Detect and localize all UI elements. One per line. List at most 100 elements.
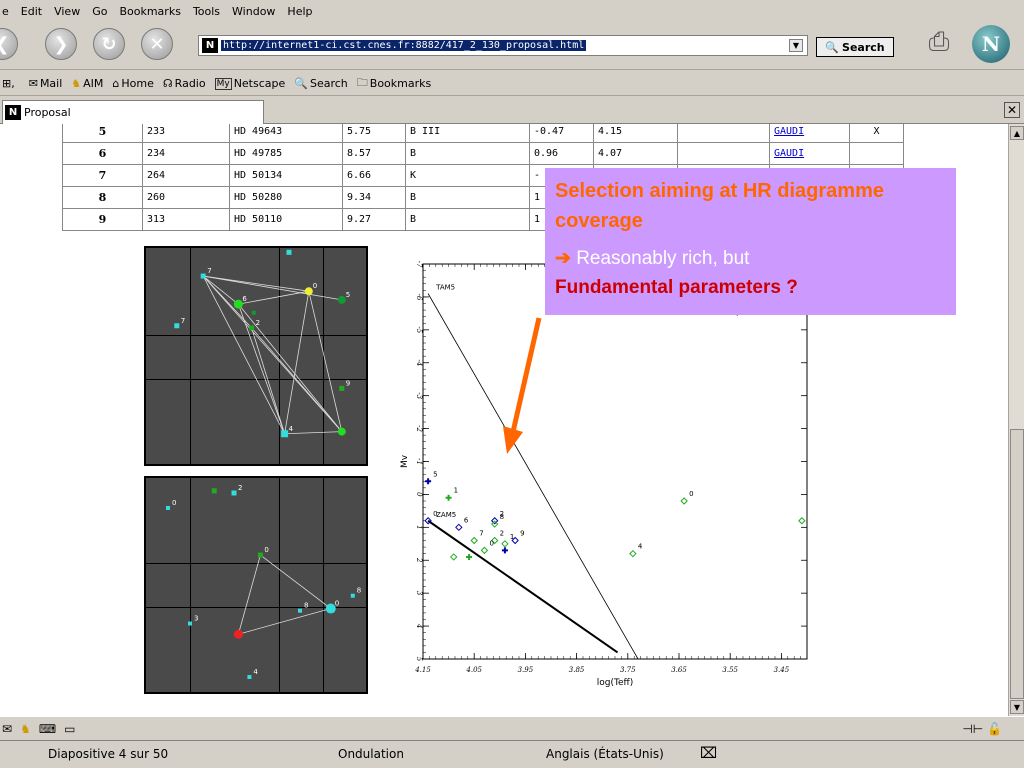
scroll-up-icon[interactable]: ▲ [1010, 126, 1024, 140]
search-button[interactable]: 🔍 Search [816, 37, 894, 57]
toolbar-grip-icon[interactable]: ⊞, [2, 77, 15, 90]
data-point [445, 494, 452, 501]
star-marker [247, 675, 252, 680]
url-dropdown-icon[interactable]: ▼ [789, 39, 803, 52]
x-tick-label: 4.05 [465, 666, 482, 674]
search-icon: 🔍 [294, 77, 308, 90]
star-marker [350, 593, 355, 598]
star-marker [286, 249, 292, 255]
star-marker [188, 621, 192, 626]
menu-item-edit[interactable]: Edit [13, 5, 50, 18]
stop-button[interactable]: ✕ [141, 28, 173, 60]
toolbar-item-bookmarks[interactable]: 🗀 Bookmarks [357, 74, 431, 93]
table-cell-num: 9 [62, 208, 143, 231]
sequence-label: TAM5 [435, 284, 455, 292]
table-cell-mag: 5.75 [342, 124, 406, 143]
back-arrow-icon: ❮ [0, 34, 10, 55]
scroll-thumb[interactable] [1010, 429, 1024, 699]
toolbar-item-label: Bookmarks [369, 77, 432, 90]
toolbar-item-netscape[interactable]: My Netscape [214, 77, 286, 90]
gaudi-link[interactable]: GAUDI [774, 126, 804, 137]
back-button[interactable]: ❮ [0, 28, 18, 60]
annotation-box: Selection aiming at HR diagramme coverag… [545, 168, 956, 315]
annotation-line: ➔ Reasonably rich, but [555, 244, 946, 274]
star-marker [257, 552, 263, 558]
gaudi-link[interactable]: GAUDI [774, 148, 804, 159]
toolbar-item-aim[interactable]: ♞ AIM [71, 77, 103, 90]
star-label: 7 [181, 317, 185, 325]
radio-icon: ☊ [162, 77, 173, 90]
x-axis-label: log(Teff) [597, 678, 633, 688]
scroll-down-icon[interactable]: ▼ [1010, 700, 1024, 714]
data-point-label: 0 [689, 490, 693, 498]
menu-item-tools[interactable]: Tools [185, 5, 228, 18]
toolbar-item-home[interactable]: ⌂ Home [112, 77, 153, 90]
table-cell-c8 [677, 142, 770, 165]
bookmarks-icon: 🗀 [356, 76, 368, 89]
page-content: 5 233 HD 49643 5.75 B III -0.47 4.15 GAUDI X 6 234… [0, 124, 1008, 716]
table-cell-num: 6 [62, 142, 143, 165]
connection-icon[interactable]: ⊣⊢ 🔓 [962, 722, 1002, 736]
table-cell-c7: 4.07 [593, 142, 678, 165]
composer-icon[interactable]: ⌨ [39, 722, 56, 736]
close-tab-button[interactable]: ✕ [1004, 102, 1020, 118]
stop-icon: ✕ [149, 33, 165, 55]
table-cell-num: 5 [62, 124, 143, 143]
tab-title: Proposal [24, 106, 71, 119]
menu-item-window[interactable]: Window [224, 5, 283, 18]
aim-icon: ♞ [71, 77, 82, 90]
toolbar-item-search[interactable]: 🔍 Search [294, 77, 348, 90]
forward-button[interactable]: ❯ [45, 28, 77, 60]
data-point-label: 1 [454, 487, 458, 495]
sky-map-top: 7 0 5 6 2 7 9 4 [144, 246, 368, 466]
connector-line [238, 554, 261, 635]
data-point [680, 497, 688, 505]
table-cell-c6: -0.47 [529, 124, 594, 143]
annotation-question: Fundamental parameters ? [555, 277, 798, 298]
print-icon[interactable]: ⎙ [918, 27, 960, 61]
tab-proposal[interactable]: N Proposal [2, 100, 264, 124]
y-tick-label: -7 [415, 261, 423, 268]
aim-icon[interactable]: ♞ [20, 722, 31, 736]
netscape-icon: My [214, 77, 232, 90]
x-tick-label: 3.75 [620, 666, 636, 674]
url-bar[interactable]: N http://internet1-ci.cst.cnes.fr:8882/4… [198, 35, 808, 56]
star-label: 6 [242, 295, 247, 303]
star-marker [200, 273, 206, 279]
menu-item-bookmarks[interactable]: Bookmarks [111, 5, 188, 18]
url-text[interactable]: http://internet1-ci.cst.cnes.fr:8882/417… [221, 40, 587, 51]
table-cell-type: B [405, 208, 530, 231]
address-book-icon[interactable]: ▭ [64, 722, 75, 736]
y-tick-label: 1 [415, 525, 423, 529]
table-cell-mag: 6.66 [342, 164, 406, 187]
spellcheck-icon[interactable]: ⌧ [700, 744, 717, 762]
mail-icon[interactable]: ✉ [2, 722, 12, 736]
close-icon: ✕ [1006, 103, 1018, 117]
star-label: 0 [313, 282, 317, 290]
vertical-scrollbar[interactable]: ▲ ▼ [1008, 124, 1024, 716]
table-cell-link: GAUDI [769, 124, 850, 143]
component-bar: ✉ ♞ ⌨ ▭ ⊣⊢ 🔓 [0, 716, 1024, 740]
reload-button[interactable]: ↻ [93, 28, 125, 60]
data-point-label: 9 [520, 530, 524, 538]
data-point [466, 553, 473, 560]
tab-bar: N Proposal ✕ [0, 98, 1024, 124]
table-cell-id: 264 [142, 164, 230, 187]
toolbar-item-label: AIM [83, 77, 104, 90]
star-marker [174, 323, 180, 329]
menu-item-help[interactable]: Help [279, 5, 320, 18]
table-cell-c10 [849, 142, 904, 165]
toolbar-item-label: Netscape [233, 77, 286, 90]
star-marker [304, 287, 313, 296]
connector-line [238, 608, 331, 635]
y-axis-label: Mv [400, 454, 410, 468]
table-row: 6 234 HD 49785 8.57 B 0.96 4.07 GAUDI [62, 142, 904, 165]
sky-map-top-svg: 7 0 5 6 2 7 9 4 [174, 249, 350, 438]
x-tick-label: 4.15 [414, 666, 431, 674]
sky-map-bottom-svg: 0 2 0 8 0 8 3 4 [166, 484, 361, 680]
star-label: 7 [207, 267, 211, 275]
menu-item-view[interactable]: View [46, 5, 88, 18]
toolbar-item-radio[interactable]: ☊ Radio [163, 77, 206, 90]
netscape-logo-icon[interactable]: N [972, 25, 1010, 63]
toolbar-item-mail[interactable]: ✉ Mail [29, 77, 63, 90]
